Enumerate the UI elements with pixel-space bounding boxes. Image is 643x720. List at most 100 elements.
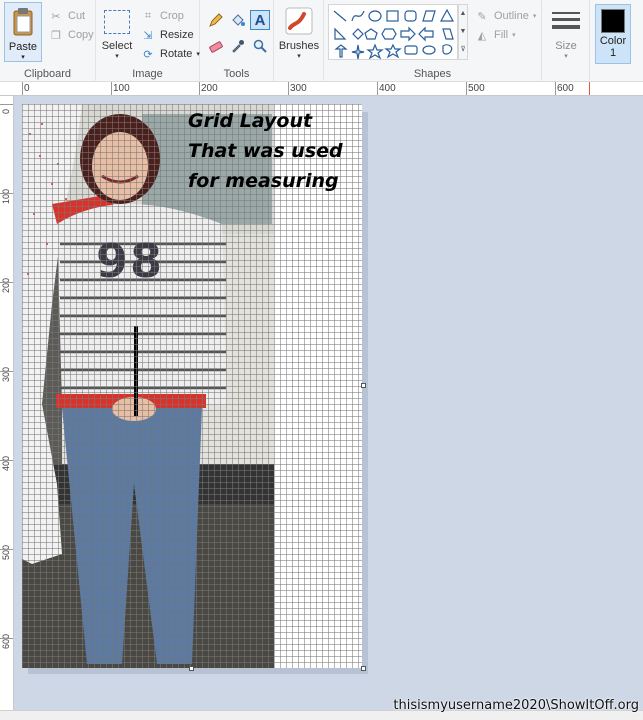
ruler-tick: [377, 82, 378, 95]
shapes-gallery: [328, 4, 458, 60]
pencil-tool[interactable]: [206, 10, 226, 30]
ruler-tick: [22, 82, 23, 95]
ruler-left-label: 600: [1, 633, 11, 649]
paste-label: Paste: [8, 41, 38, 53]
color1-swatch: [601, 9, 625, 33]
cut-button[interactable]: ✂ Cut: [48, 8, 85, 24]
fill-button[interactable]: ◭ Fill ▾: [474, 27, 516, 43]
rotate-button[interactable]: ⟳ Rotate ▾: [140, 46, 200, 62]
image-group-label: Image: [132, 68, 163, 80]
size-button[interactable]: Size ▾: [546, 4, 586, 62]
shapes-group-label: Shapes: [413, 68, 452, 80]
canvas-resize-handle-corner[interactable]: [361, 666, 366, 671]
overlay-text-line-2: That was used: [188, 140, 343, 162]
paint-bucket-icon: [232, 14, 245, 26]
copy-button[interactable]: ❐ Copy: [48, 27, 94, 43]
ruler-top-label: 500: [468, 83, 485, 94]
paste-icon: [13, 8, 33, 36]
copy-icon: ❐: [51, 29, 61, 42]
magnifier-icon: [253, 39, 267, 53]
ruler-tick: [0, 104, 13, 105]
crop-label: Crop: [160, 10, 184, 22]
ruler-left-label: 500: [1, 544, 11, 560]
tools-group: A Tools: [200, 0, 274, 82]
rotate-label: Rotate: [160, 48, 193, 60]
cut-label: Cut: [68, 10, 86, 22]
resize-button[interactable]: ⇲ Resize: [140, 27, 194, 43]
paste-button[interactable]: Paste ▾: [4, 2, 42, 62]
ruler-cursor-marker: [589, 82, 590, 95]
fill-tool[interactable]: [228, 10, 248, 30]
chevron-down-icon: ▾: [115, 53, 119, 60]
color1-index: 1: [609, 47, 617, 59]
ruler-top-label: 600: [557, 83, 574, 94]
ruler-top-label: 0: [24, 83, 30, 94]
ruler-tick: [0, 193, 13, 194]
copy-label: Copy: [68, 29, 94, 41]
watermark-text: thisismyusername2020\ShowItOff.org: [393, 698, 639, 713]
overlay-text-line-3: for measuring: [188, 170, 339, 192]
color-picker-tool[interactable]: [228, 36, 248, 56]
crop-button[interactable]: ⌗ Crop: [140, 8, 184, 24]
brush-icon: [285, 7, 313, 35]
color1-button[interactable]: Color 1: [595, 4, 631, 64]
shapes-gallery-icons: [333, 8, 455, 60]
line-size-icon: [552, 12, 580, 29]
brushes-button[interactable]: Brushes ▾: [278, 4, 320, 62]
canvas-resize-handle-right[interactable]: [361, 383, 366, 388]
eraser-icon: [209, 41, 223, 53]
select-button[interactable]: Select ▾: [100, 4, 134, 62]
chevron-down-icon: ▾: [297, 53, 301, 60]
chevron-down-icon: ▾: [564, 53, 568, 60]
ruler-top-label: 400: [379, 83, 396, 94]
outline-label: Outline: [494, 10, 529, 22]
chevron-down-icon: ▾: [512, 32, 516, 39]
text-a-icon: A: [254, 11, 266, 29]
vertical-ruler: 0 100 200 300 400 500 600: [0, 96, 14, 710]
ruler-tick: [0, 460, 13, 461]
chevron-up-icon[interactable]: ▲: [459, 5, 467, 23]
magnifier-tool[interactable]: [250, 36, 270, 56]
rotate-icon: ⟳: [143, 48, 153, 61]
clipboard-group: Paste ▾ ✂ Cut ❐ Copy Clipboard: [0, 0, 96, 82]
chevron-down-icon[interactable]: ▼: [459, 23, 467, 41]
canvas-resize-handle-bottom[interactable]: [189, 666, 194, 671]
ruler-tick: [0, 638, 13, 639]
brushes-label: Brushes: [278, 40, 320, 52]
ruler-left-label: 100: [1, 188, 11, 204]
ruler-tick: [466, 82, 467, 95]
shapes-group: ▲ ▼ ⊽ ✎ Outline ▾ ◭ Fill ▾ Shapes: [324, 0, 542, 82]
shapes-scrollbar[interactable]: ▲ ▼ ⊽: [458, 4, 468, 60]
resize-icon: ⇲: [143, 29, 153, 42]
ruler-top-label: 300: [290, 83, 307, 94]
eraser-tool[interactable]: [206, 36, 226, 56]
more-icon[interactable]: ⊽: [459, 41, 467, 59]
ruler-left-label: 300: [1, 366, 11, 382]
text-tool[interactable]: A: [250, 10, 270, 30]
select-rect-icon: [104, 10, 130, 34]
ruler-left-label: 0: [1, 108, 11, 114]
scissors-icon: ✂: [51, 10, 61, 23]
chevron-down-icon: ▾: [532, 13, 537, 20]
ruler-tick: [0, 282, 13, 283]
eyedropper-icon: [232, 40, 244, 53]
drawing-canvas[interactable]: 98 Grid Layout That was used for measuri…: [22, 104, 362, 668]
color1-label: Color: [599, 35, 627, 47]
ribbon: Paste ▾ ✂ Cut ❐ Copy Clipboard Select ▾ …: [0, 0, 643, 82]
resize-label: Resize: [160, 29, 194, 41]
pencil-icon: [209, 13, 223, 27]
brushes-group: Brushes ▾: [274, 0, 324, 82]
ruler-tick: [0, 549, 13, 550]
ruler-tick: [111, 82, 112, 95]
overlay-text-line-1: Grid Layout: [188, 110, 313, 132]
ruler-top-label: 100: [113, 83, 130, 94]
ruler-tick: [555, 82, 556, 95]
ruler-tick: [199, 82, 200, 95]
ruler-left-label: 400: [1, 455, 11, 471]
ruler-top-label: 200: [201, 83, 218, 94]
ruler-left-label: 200: [1, 277, 11, 293]
outline-button[interactable]: ✎ Outline ▾: [474, 8, 536, 24]
tools-group-label: Tools: [223, 68, 250, 80]
chevron-down-icon: ▾: [21, 54, 25, 61]
horizontal-ruler: 0 100 200 300 400 500 600: [0, 82, 643, 96]
